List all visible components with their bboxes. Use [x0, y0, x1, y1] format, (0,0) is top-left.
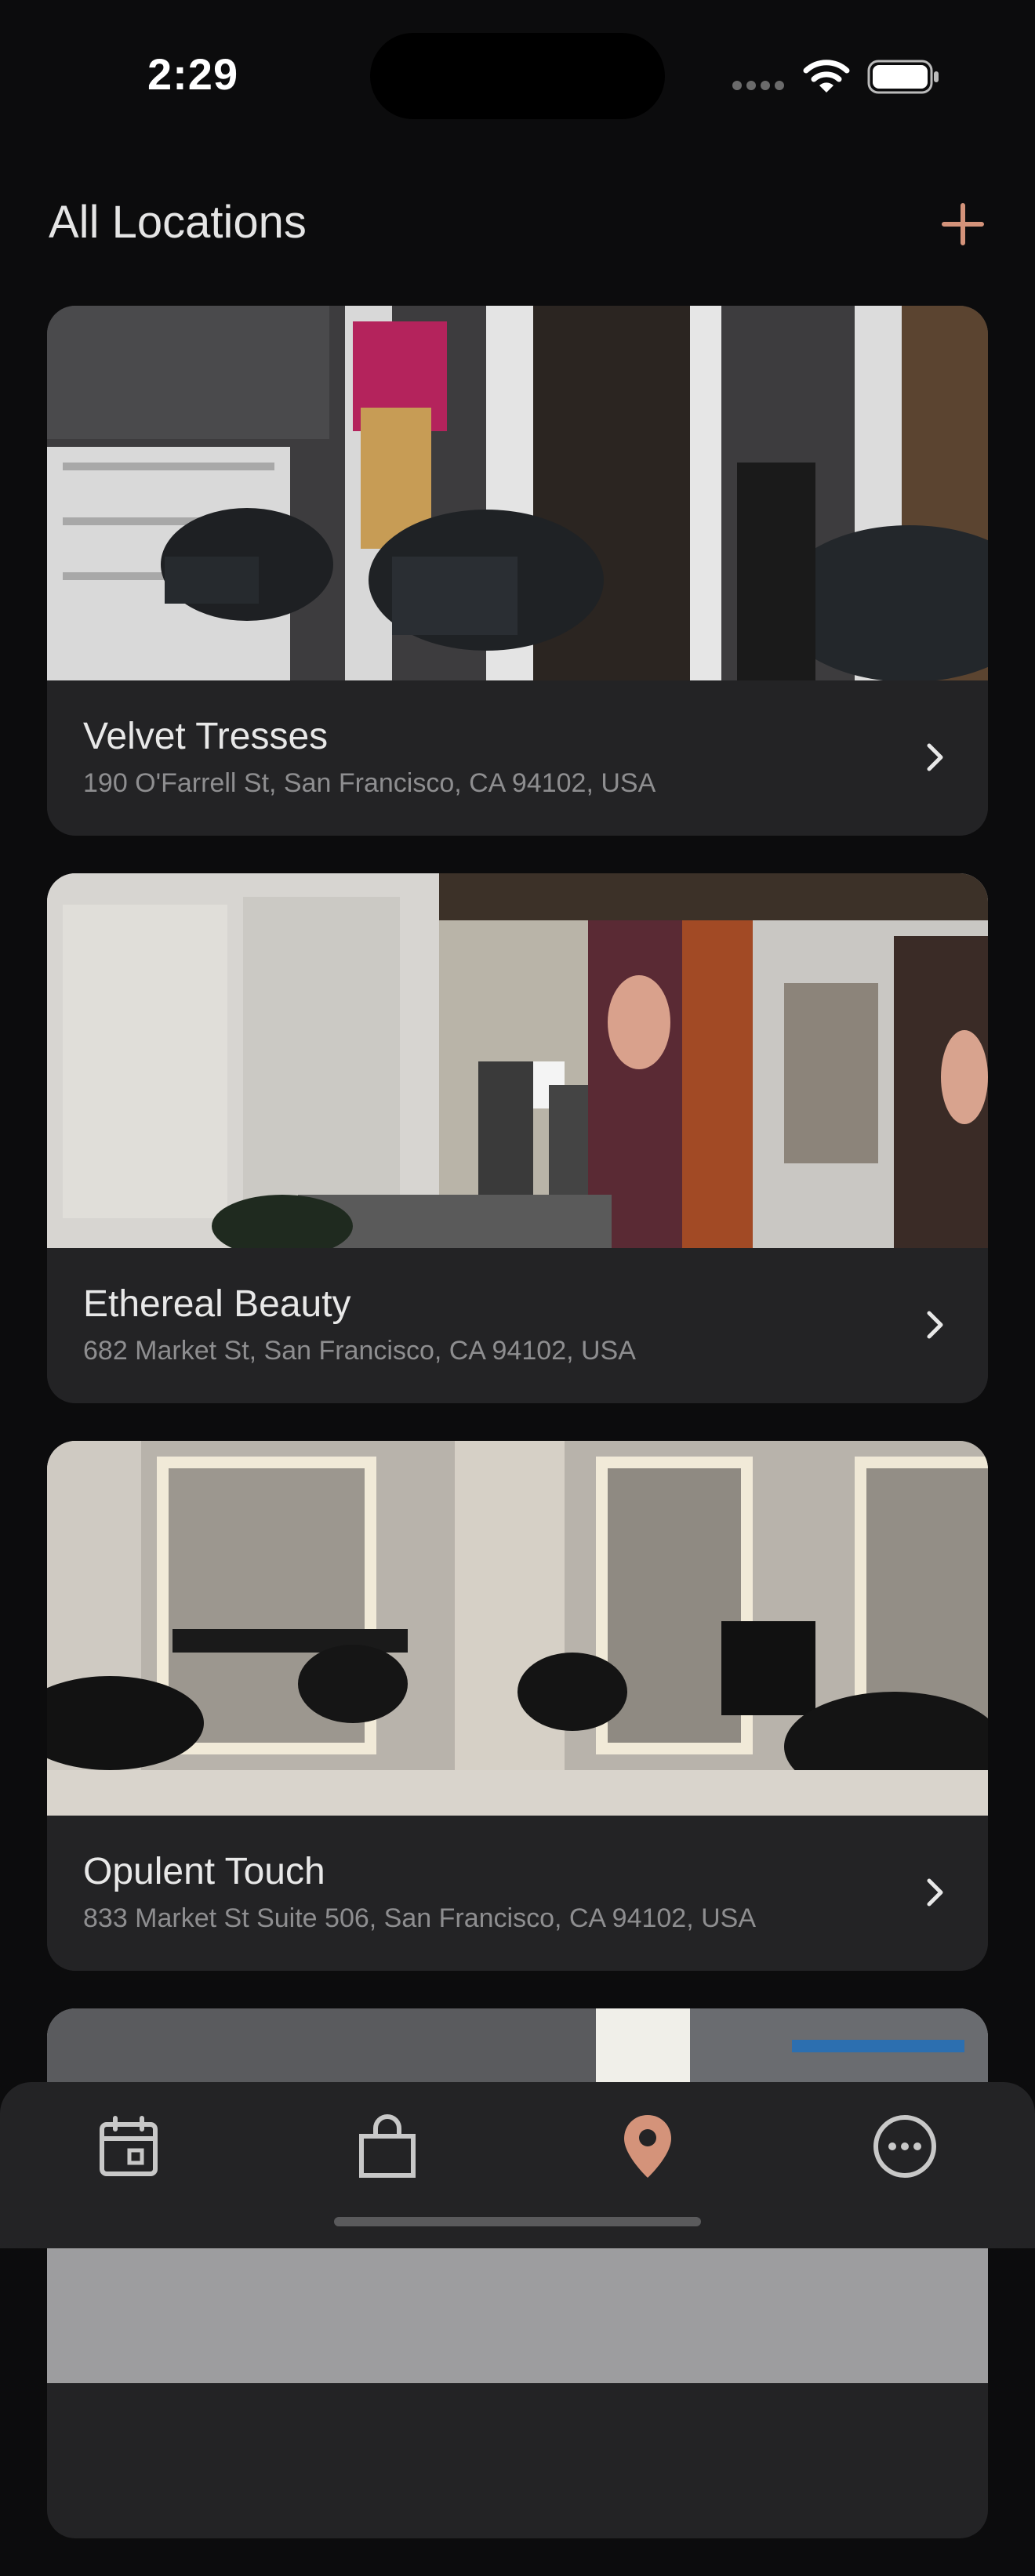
- chevron-right-icon: [927, 1311, 943, 1339]
- status-time: 2:29: [147, 49, 239, 99]
- home-indicator: [334, 2217, 701, 2226]
- page-title: All Locations: [49, 197, 307, 248]
- add-location-button[interactable]: [939, 201, 986, 248]
- location-name: Ethereal Beauty: [83, 1283, 351, 1325]
- chevron-right-icon: [927, 1878, 943, 1907]
- calendar-icon: [100, 2116, 158, 2176]
- status-bar: 2:29: [0, 0, 1035, 149]
- dynamic-island: [370, 33, 665, 119]
- location-pin-icon: [624, 2115, 671, 2178]
- wifi-icon: [803, 60, 850, 93]
- location-info: Opulent Touch 833 Market St Suite 506, S…: [47, 1816, 988, 1971]
- tab-shop[interactable]: [340, 2099, 434, 2193]
- location-card[interactable]: Ethereal Beauty 682 Market St, San Franc…: [47, 873, 988, 1403]
- location-info: Ethereal Beauty 682 Market St, San Franc…: [47, 1248, 988, 1403]
- salon-photo: [47, 873, 988, 1257]
- tab-locations[interactable]: [601, 2099, 695, 2193]
- salon-photo: [47, 306, 988, 682]
- location-card[interactable]: Opulent Touch 833 Market St Suite 506, S…: [47, 1441, 988, 1971]
- chevron-right-icon: [927, 743, 943, 771]
- signal-icon: [732, 80, 789, 94]
- location-name: Opulent Touch: [83, 1851, 325, 1892]
- salon-photo: [47, 1441, 988, 1816]
- more-icon: [873, 2115, 936, 2178]
- shopping-bag-icon: [359, 2114, 416, 2178]
- tab-more[interactable]: [858, 2099, 952, 2193]
- location-address: 833 Market St Suite 506, San Francisco, …: [83, 1903, 757, 1933]
- location-address: 190 O'Farrell St, San Francisco, CA 9410…: [83, 768, 656, 798]
- location-card[interactable]: Velvet Tresses 190 O'Farrell St, San Fra…: [47, 306, 988, 836]
- location-address: 682 Market St, San Francisco, CA 94102, …: [83, 1336, 636, 1366]
- location-info: Velvet Tresses 190 O'Farrell St, San Fra…: [47, 680, 988, 836]
- battery-icon: [867, 60, 939, 94]
- tab-calendar[interactable]: [82, 2099, 176, 2193]
- location-name: Velvet Tresses: [83, 716, 329, 757]
